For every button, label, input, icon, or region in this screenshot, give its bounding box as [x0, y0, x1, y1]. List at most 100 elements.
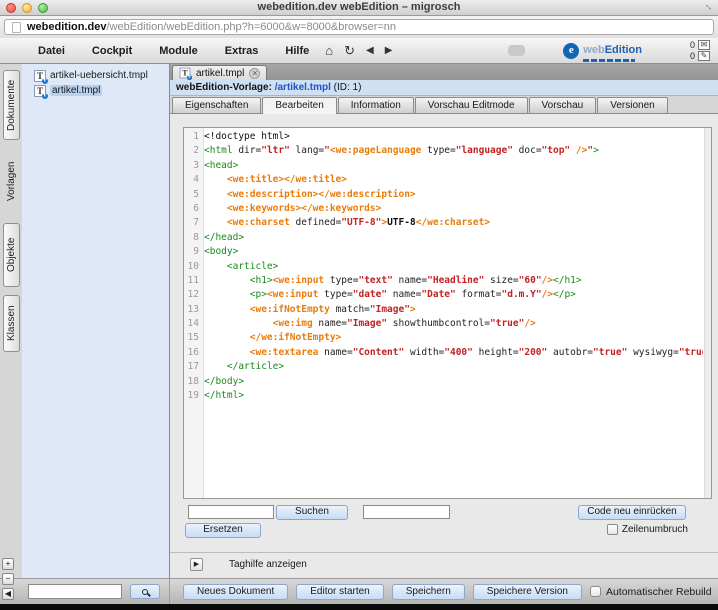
- menu-item-extras[interactable]: Extras: [225, 45, 259, 57]
- back-icon[interactable]: ◀: [366, 44, 374, 58]
- tree-item-label: artikel-uebersicht.tmpl: [50, 70, 148, 81]
- neues-dokument-button[interactable]: Neues Dokument: [183, 584, 288, 600]
- code-line: 10 <article>: [184, 260, 703, 274]
- document-tab-strip: T artikel.tmpl ✕: [170, 64, 718, 80]
- footer-actions: Neues Dokument Editor starten Speichern Spe…: [170, 579, 718, 604]
- tab-information[interactable]: Information: [338, 97, 414, 113]
- browser-window: webedition.dev webEdition – migrosch ↔ w…: [0, 0, 718, 610]
- zeilenumbruch-checkbox[interactable]: [607, 524, 618, 535]
- suchen-button[interactable]: Suchen: [276, 505, 348, 520]
- document-id: (ID: 1): [331, 82, 362, 93]
- minimize-window-button[interactable]: [22, 3, 32, 13]
- tab-eigenschaften[interactable]: Eigenschaften: [172, 97, 261, 113]
- close-tab-icon[interactable]: ✕: [249, 68, 260, 79]
- screen-edge: [0, 604, 718, 610]
- tree-search-input[interactable]: [28, 584, 122, 599]
- menu-item-module[interactable]: Module: [159, 45, 198, 57]
- code-line: 16 <we:textarea name="Content" width="40…: [184, 346, 703, 360]
- tree-item-artikel-tmpl[interactable]: Tartikel.tmpl: [34, 83, 169, 98]
- home-icon[interactable]: ⌂: [325, 44, 333, 58]
- tree-search-button[interactable]: [130, 584, 160, 599]
- code-line: 1<!doctype html>: [184, 130, 703, 144]
- code-line: 18</body>: [184, 375, 703, 389]
- editor-scrollbar[interactable]: [704, 128, 711, 498]
- address-bar[interactable]: webedition.dev/webEdition/webEdition.php…: [4, 19, 714, 35]
- tab-vorschau[interactable]: Vorschau: [529, 97, 597, 113]
- code-line: 15 </we:ifNotEmpty>: [184, 331, 703, 345]
- menu-item-datei[interactable]: Datei: [38, 45, 65, 57]
- mail-count: 0: [690, 51, 695, 61]
- webedition-logo: e webEdition: [563, 40, 642, 62]
- menu-item-cockpit[interactable]: Cockpit: [92, 45, 132, 57]
- code-line: 14 <we:img name="Image" showthumbcontrol…: [184, 317, 703, 331]
- sidebar-tab-dokumente[interactable]: Dokumente: [3, 70, 20, 140]
- template-file-icon: T: [34, 70, 46, 82]
- url-host: webedition.dev: [27, 21, 106, 33]
- zoom-window-button[interactable]: [38, 3, 48, 13]
- document-tab[interactable]: T artikel.tmpl ✕: [172, 65, 267, 80]
- editor-starten-button[interactable]: Editor starten: [296, 584, 383, 600]
- code-line: 8</head>: [184, 231, 703, 245]
- sidebar-tab-objekte[interactable]: Objekte: [3, 223, 20, 287]
- footer-toolbar: Neues Dokument Editor starten Speichern Spe…: [0, 578, 718, 604]
- document-path: /artikel.tmpl: [272, 82, 331, 93]
- template-file-icon: T: [34, 85, 46, 97]
- speichere-version-button[interactable]: Speichere Version: [473, 584, 582, 600]
- taghilfe-expand-button[interactable]: ▶: [190, 558, 203, 571]
- browser-urlbar: webedition.dev/webEdition/webEdition.php…: [0, 16, 718, 38]
- footer-search-area: [0, 579, 170, 604]
- template-tree-panel: Tartikel-uebersicht.tmplTartikel.tmpl: [22, 64, 170, 578]
- logo-text-web: web: [583, 44, 604, 56]
- chat-bubble-icon[interactable]: [508, 45, 525, 56]
- reindent-code-button[interactable]: Code neu einrücken: [578, 505, 686, 520]
- code-line: 19</html>: [184, 389, 703, 403]
- tab-bearbeiten[interactable]: Bearbeiten: [262, 97, 336, 114]
- code-line: 13 <we:ifNotEmpty match="Image">: [184, 303, 703, 317]
- edit-panel: 1<!doctype html>2<html dir="ltr" lang="<…: [170, 114, 718, 578]
- code-line: 4 <we:title></we:title>: [184, 173, 703, 187]
- code-line: 7 <we:charset defined="UTF-8">UTF-8</we:…: [184, 216, 703, 230]
- replace-input[interactable]: [363, 505, 450, 519]
- menu-item-hilfe[interactable]: Hilfe: [285, 45, 309, 57]
- collapse-panel-button[interactable]: ◀: [2, 588, 14, 600]
- inbox-icon[interactable]: ✉: [698, 40, 710, 50]
- content-area: T artikel.tmpl ✕ webEdition-Vorlage: /ar…: [170, 64, 718, 578]
- tree-item-label: artikel.tmpl: [50, 85, 102, 96]
- expand-tree-button[interactable]: +: [2, 558, 14, 570]
- code-line: 6 <we:keywords></we:keywords>: [184, 202, 703, 216]
- find-input[interactable]: [188, 505, 274, 519]
- code-editor[interactable]: 1<!doctype html>2<html dir="ltr" lang="<…: [183, 127, 712, 499]
- logo-tagline: [583, 59, 635, 62]
- code-line: 11 <h1><we:input type="text" name="Headl…: [184, 274, 703, 288]
- collapse-tree-button[interactable]: −: [2, 573, 14, 585]
- code-line: 17 </article>: [184, 360, 703, 374]
- automatischer-rebuild-checkbox[interactable]: [590, 586, 601, 597]
- code-line: 3<head>: [184, 159, 703, 173]
- magnifier-icon: [142, 589, 148, 595]
- main-area: Dokumente Vorlagen Objekte Klassen Tartikel…: [0, 64, 718, 578]
- forward-icon[interactable]: ▶: [385, 44, 393, 58]
- tab-versionen[interactable]: Versionen: [597, 97, 667, 113]
- zeilenumbruch-label: Zeilenumbruch: [622, 524, 688, 535]
- tab-vorschau-editmode[interactable]: Vorschau Editmode: [415, 97, 528, 113]
- sidebar-tab-vorlagen[interactable]: Vorlagen: [3, 148, 20, 215]
- window-titlebar: webedition.dev webEdition – migrosch ↔: [0, 0, 718, 16]
- code-line: 9<body>: [184, 245, 703, 259]
- tree-zoom-controls: + − ◀: [2, 558, 14, 600]
- close-window-button[interactable]: [6, 3, 16, 13]
- code-line: 5 <we:description></we:description>: [184, 188, 703, 202]
- automatischer-rebuild-label: Automatischer Rebuild: [606, 586, 712, 598]
- tree-item-artikel-uebersicht-tmpl[interactable]: Tartikel-uebersicht.tmpl: [34, 68, 169, 83]
- code-line: 2<html dir="ltr" lang="<we:pageLanguage …: [184, 144, 703, 158]
- speichern-button[interactable]: Speichern: [392, 584, 465, 600]
- document-header: webEdition-Vorlage: /artikel.tmpl (ID: 1…: [170, 80, 718, 96]
- refresh-icon[interactable]: ↻: [344, 44, 355, 58]
- message-counters: 0✉0✎: [690, 40, 710, 61]
- sidebar-tab-klassen[interactable]: Klassen: [3, 295, 20, 352]
- tasks-icon[interactable]: ✎: [698, 51, 710, 61]
- panel-divider: [170, 552, 718, 553]
- ersetzen-button[interactable]: Ersetzen: [185, 523, 261, 538]
- url-path: /webEdition/webEdition.php?h=6000&w=8000…: [106, 21, 396, 33]
- page-icon: [12, 22, 21, 33]
- logo-text-edition: Edition: [605, 44, 642, 56]
